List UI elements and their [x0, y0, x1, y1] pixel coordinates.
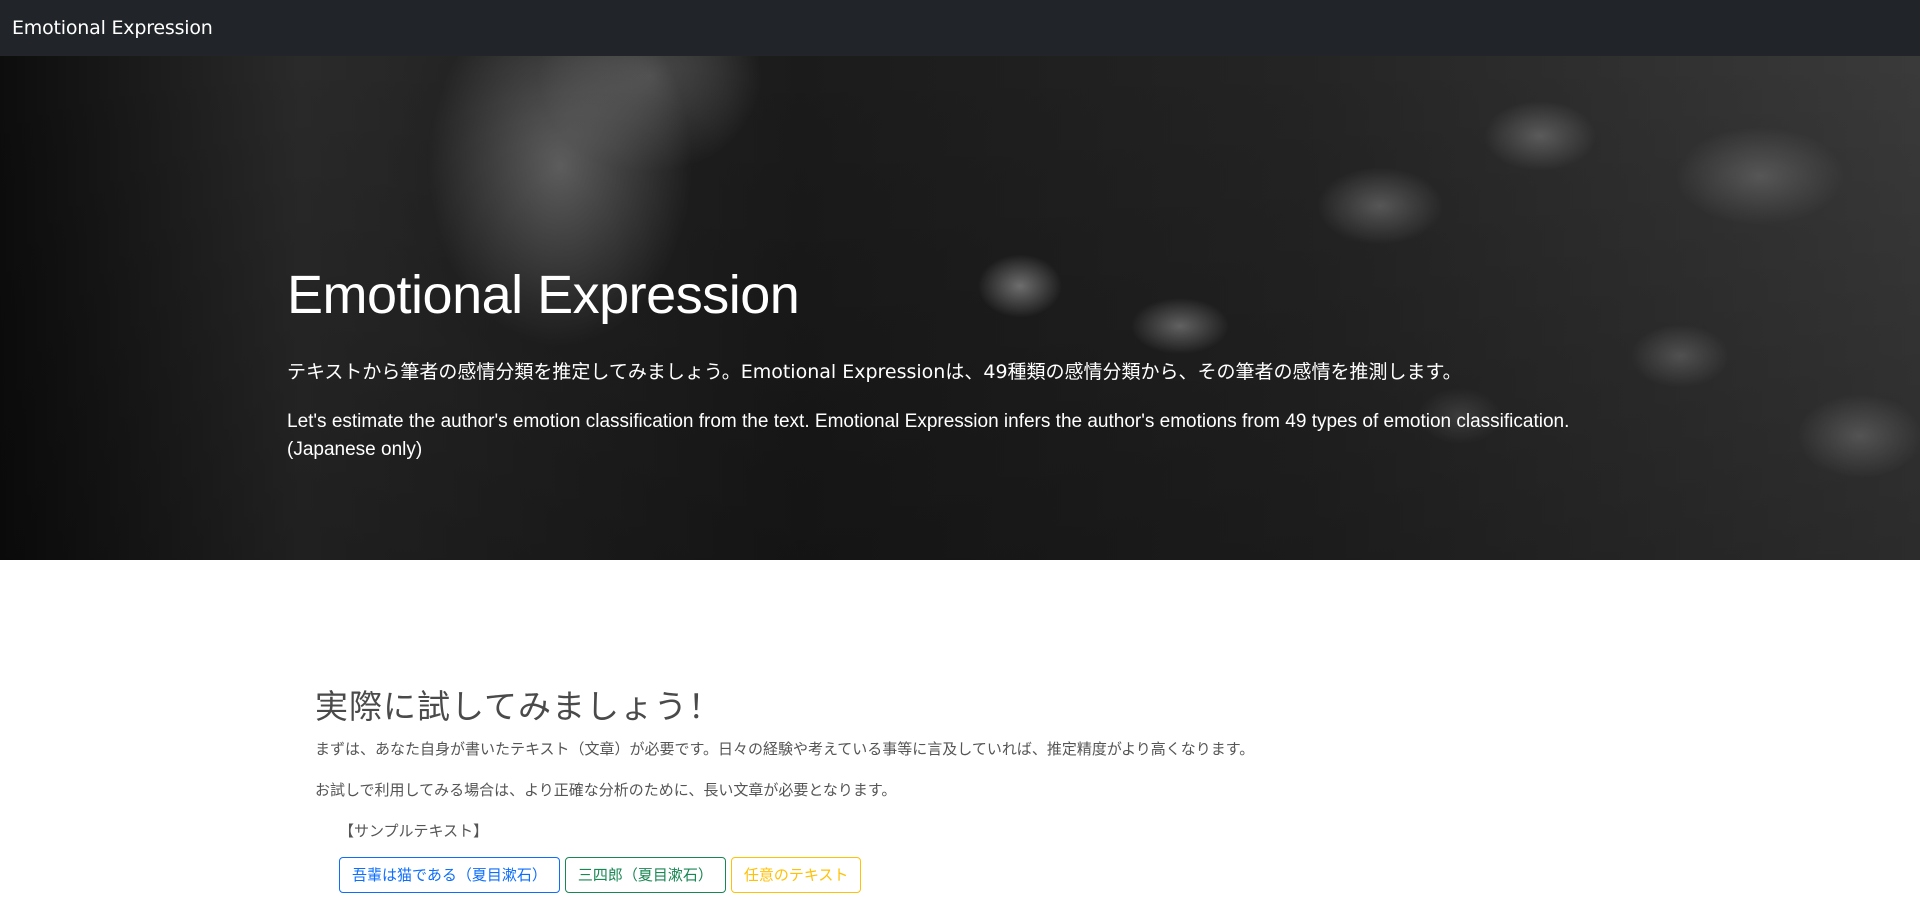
section-instructions: まずは、あなた自身が書いたテキスト（文章）が必要です。日々の経験や考えている事等…: [315, 740, 1255, 758]
sample-sanshiro-button[interactable]: 三四郎（夏目漱石）: [564, 857, 726, 893]
section-note: お試しで利用してみる場合は、より正確な分析のために、長い文章が必要となります。: [315, 781, 897, 799]
section-title: 実際に試してみましょう！: [315, 687, 723, 726]
top-navbar: Emotional Expression: [0, 0, 1920, 56]
hero-title: Emotional Expression: [287, 265, 800, 325]
hero-content: Emotional Expression テキストから筆者の感情分類を推定してみ…: [287, 265, 1687, 463]
hero-banner: Emotional Expression テキストから筆者の感情分類を推定してみ…: [0, 56, 1920, 560]
sample-buttons-row: 吾輩は猫である（夏目漱石） 三四郎（夏目漱石） 任意のテキスト: [339, 857, 1615, 893]
sample-text-label: 【サンプルテキスト】: [339, 822, 489, 840]
navbar-brand-link[interactable]: Emotional Expression: [12, 17, 213, 39]
sample-wagahai-button[interactable]: 吾輩は猫である（夏目漱石）: [339, 857, 560, 893]
try-it-section: 実際に試してみましょう！ まずは、あなた自身が書いたテキスト（文章）が必要です。…: [315, 680, 1615, 893]
hero-lead-japanese: テキストから筆者の感情分類を推定してみましょう。Emotional Expres…: [287, 361, 1462, 384]
hero-lead-english: Let's estimate the author's emotion clas…: [287, 410, 1570, 460]
custom-text-button[interactable]: 任意のテキスト: [730, 857, 862, 893]
